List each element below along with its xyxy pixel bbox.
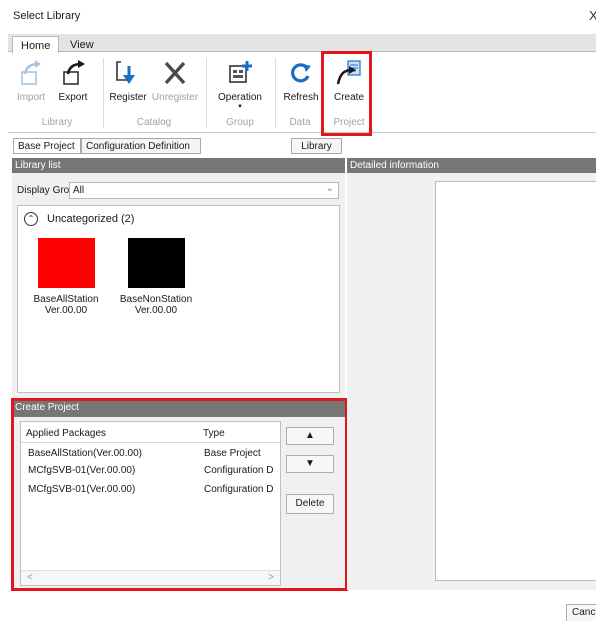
display-group-select[interactable]: All ⌄ (69, 182, 339, 199)
group-label-library: Library (41, 117, 73, 128)
library-item-version: Ver.00.00 (44, 305, 88, 316)
category-label: Uncategorized (2) (47, 213, 135, 225)
chevron-down-icon: ⌄ (325, 183, 334, 194)
refresh-button[interactable]: Refresh (282, 60, 320, 103)
operation-icon (229, 61, 252, 83)
library-item-version: Ver.00.00 (134, 305, 178, 316)
unregister-button[interactable]: Unregister (149, 60, 201, 103)
cancel-button[interactable]: Cancel (566, 604, 596, 621)
collapse-icon[interactable]: ⌃ (24, 212, 38, 226)
register-button[interactable]: Register (107, 60, 149, 103)
tab-base-project[interactable]: Base Project (13, 138, 81, 154)
detailed-information-content (435, 181, 596, 581)
refresh-label: Refresh (283, 92, 319, 103)
library-item-thumbnail (127, 238, 185, 288)
export-label: Export (58, 92, 88, 103)
library-list-header: Library list (12, 158, 345, 173)
unregister-label: Unregister (151, 92, 199, 103)
register-label: Register (109, 92, 147, 103)
detailed-information-header: Detailed information (347, 158, 596, 173)
group-separator (206, 58, 207, 128)
group-label-catalog: Catalog (136, 117, 172, 128)
export-icon (63, 60, 85, 85)
create-project-highlight-box (11, 398, 348, 591)
library-items-box: ⌃ Uncategorized (2) BaseAllStation Ver.0… (17, 205, 340, 393)
group-label-data: Data (289, 117, 311, 128)
unregister-icon (164, 61, 186, 85)
library-item[interactable]: BaseAllStation Ver.00.00 (26, 238, 106, 316)
window-title: Select Library (13, 10, 81, 22)
close-icon[interactable]: X (589, 8, 596, 23)
title-bar: Select Library X (0, 0, 596, 30)
export-button[interactable]: Export (53, 60, 93, 103)
refresh-icon (291, 63, 311, 83)
library-item-thumbnail (37, 238, 95, 288)
group-label-group: Group (226, 117, 254, 128)
register-icon (116, 61, 135, 84)
display-group-value: All (73, 185, 85, 196)
library-item-name: BaseNonStation (119, 294, 193, 305)
group-separator (275, 58, 276, 128)
library-item[interactable]: BaseNonStation Ver.00.00 (116, 238, 196, 316)
tab-view[interactable]: View (62, 36, 102, 54)
group-separator (103, 58, 104, 128)
operation-button[interactable]: Operation ▼ (214, 60, 266, 110)
tab-library[interactable]: Library (291, 138, 342, 154)
import-button[interactable]: Import (14, 60, 48, 103)
tab-configuration-definition[interactable]: Configuration Definition (81, 138, 201, 154)
operation-label: Operation (218, 92, 262, 103)
create-highlight-box (321, 51, 372, 136)
library-item-name: BaseAllStation (33, 294, 99, 305)
import-icon (21, 60, 41, 85)
dropdown-arrow-icon: ▼ (237, 104, 243, 110)
import-label: Import (16, 92, 46, 103)
